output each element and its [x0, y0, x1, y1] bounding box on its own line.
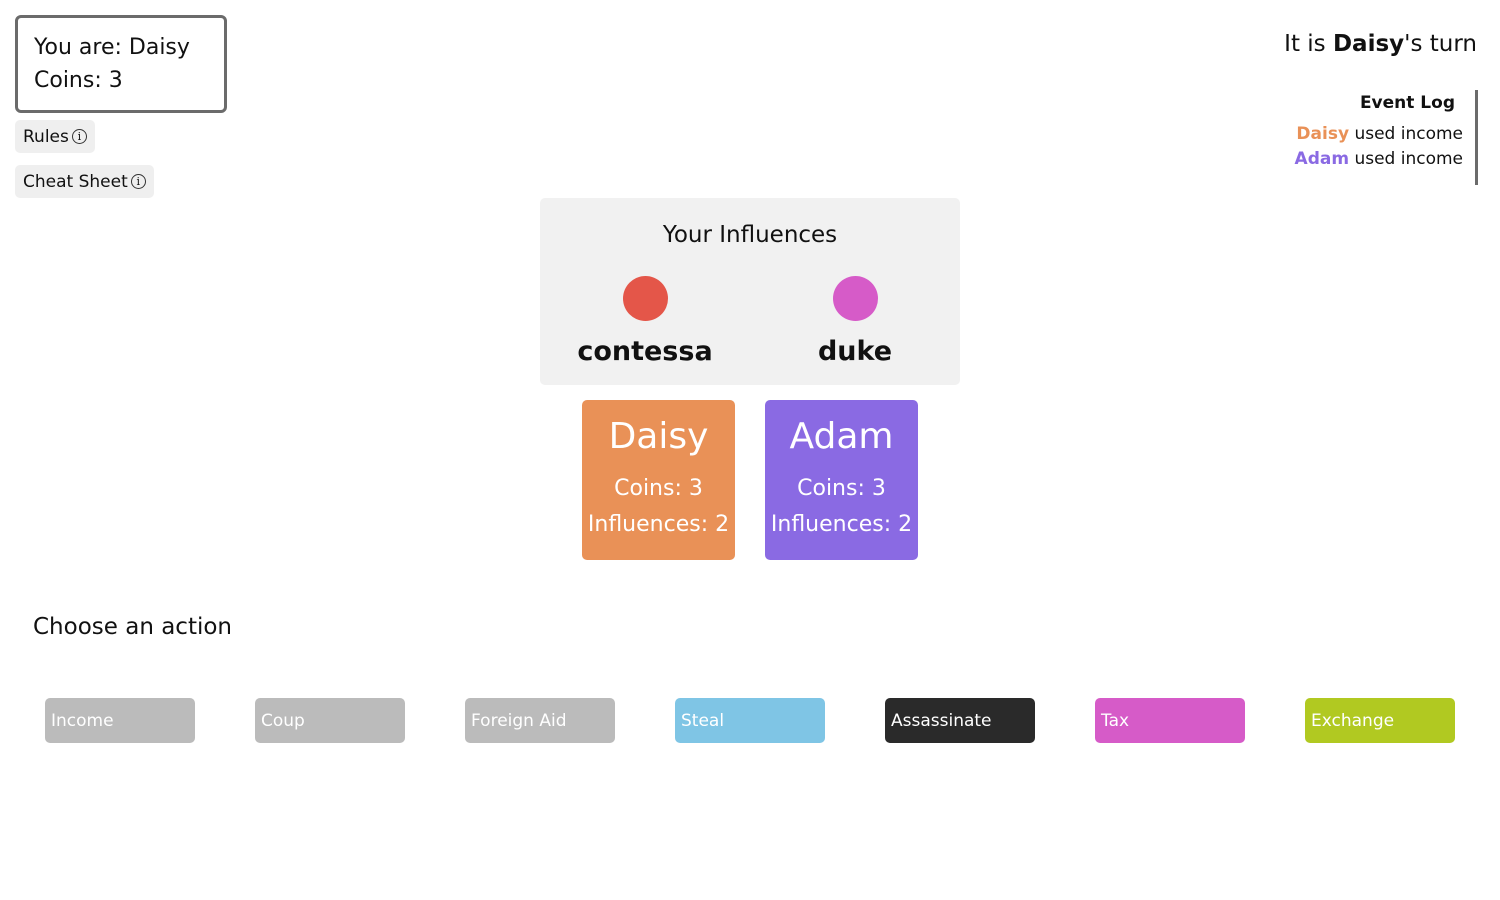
- influence-label: duke: [817, 336, 893, 367]
- influence-color-dot: [622, 276, 668, 321]
- player-card-influences: Influences: 2: [587, 512, 730, 537]
- influence-label: contessa: [577, 336, 713, 367]
- info-icon: i: [71, 129, 87, 144]
- player-card-adam[interactable]: Adam Coins: 3 Influences: 2: [765, 400, 918, 560]
- player-card-influences: Influences: 2: [770, 512, 913, 537]
- player-card-name: Daisy: [608, 416, 709, 457]
- event-log-entry: Adam used income: [1258, 147, 1463, 172]
- player-card-daisy: Daisy Coins: 3 Influences: 2: [582, 400, 735, 560]
- event-log-title: Event Log: [1359, 93, 1455, 113]
- event-log-player: Daisy: [1296, 124, 1350, 144]
- influences-title: Your Influences: [662, 222, 838, 248]
- influence-card-contessa: contessa: [540, 276, 750, 367]
- assassinate-button[interactable]: Assassinate: [885, 698, 1035, 743]
- info-icon: i: [130, 174, 146, 189]
- turn-suffix: 's turn: [1404, 31, 1477, 57]
- player-card-name: Adam: [789, 416, 894, 457]
- event-log-entry: Daisy used income: [1258, 122, 1463, 147]
- player-coins: Coins: 3: [34, 68, 123, 93]
- choose-action-heading: Choose an action: [33, 614, 233, 640]
- influence-color-dot: [832, 276, 878, 321]
- cheat-sheet-button[interactable]: Cheat Sheet i: [15, 165, 154, 198]
- coup-button[interactable]: Coup: [255, 698, 405, 743]
- exchange-button[interactable]: Exchange: [1305, 698, 1455, 743]
- turn-player-name: Daisy: [1332, 31, 1405, 57]
- steal-button[interactable]: Steal: [675, 698, 825, 743]
- event-log-text: used income: [1349, 149, 1463, 169]
- rules-button-label: Rules: [23, 126, 69, 147]
- turn-prefix: It is: [1284, 31, 1333, 57]
- foreign-aid-button[interactable]: Foreign Aid: [465, 698, 615, 743]
- rules-button[interactable]: Rules i: [15, 120, 95, 153]
- cheat-sheet-button-label: Cheat Sheet: [23, 171, 128, 192]
- influences-panel: Your Influences contessa duke: [540, 198, 960, 385]
- event-log-player: Adam: [1294, 149, 1350, 169]
- influence-card-duke: duke: [750, 276, 960, 367]
- event-log-text: used income: [1349, 124, 1463, 144]
- income-button[interactable]: Income: [45, 698, 195, 743]
- event-log[interactable]: Event Log Daisy used income Adam used in…: [1258, 90, 1478, 185]
- turn-indicator: It is Daisy's turn: [1284, 31, 1477, 57]
- player-info-box: You are: Daisy Coins: 3: [15, 15, 227, 113]
- player-card-coins: Coins: 3: [797, 476, 886, 501]
- player-card-coins: Coins: 3: [614, 476, 703, 501]
- player-identity: You are: Daisy: [34, 35, 190, 60]
- tax-button[interactable]: Tax: [1095, 698, 1245, 743]
